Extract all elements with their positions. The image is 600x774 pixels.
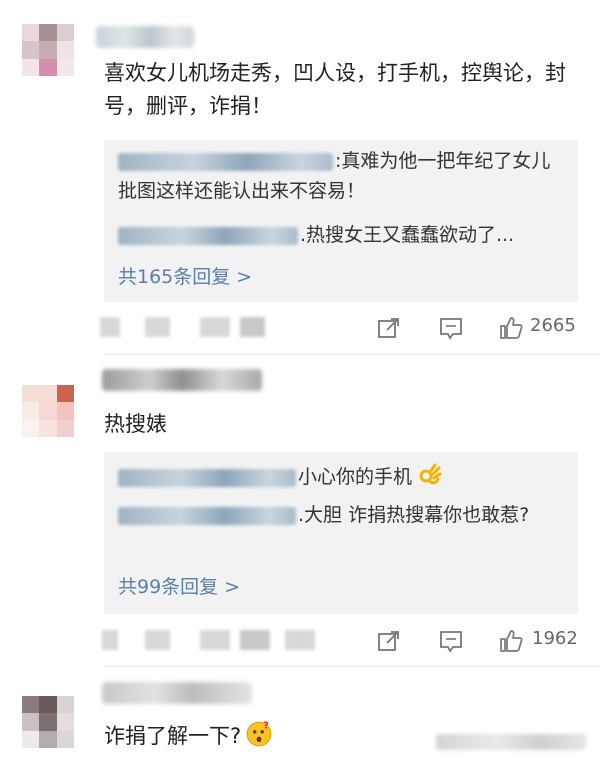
- comment-3: 诈捐了解一下? ?: [0, 0, 600, 774]
- watermark: [436, 734, 586, 750]
- avatar-pixel: [22, 713, 40, 731]
- avatar-pixel: [39, 696, 57, 714]
- username[interactable]: [102, 682, 252, 704]
- avatar-pixel: [56, 713, 74, 731]
- comment-text-body: 诈捐了解一下?: [104, 724, 242, 748]
- avatar-pixel: [56, 730, 74, 748]
- avatar-pixel: [39, 730, 57, 748]
- avatar-pixel: [22, 696, 40, 714]
- avatar[interactable]: [22, 696, 74, 748]
- svg-text:?: ?: [263, 721, 269, 732]
- thinking-face-emoji: ?: [246, 721, 272, 747]
- avatar-pixel: [39, 713, 57, 731]
- avatar-pixel: [56, 696, 74, 714]
- avatar-pixel: [22, 730, 40, 748]
